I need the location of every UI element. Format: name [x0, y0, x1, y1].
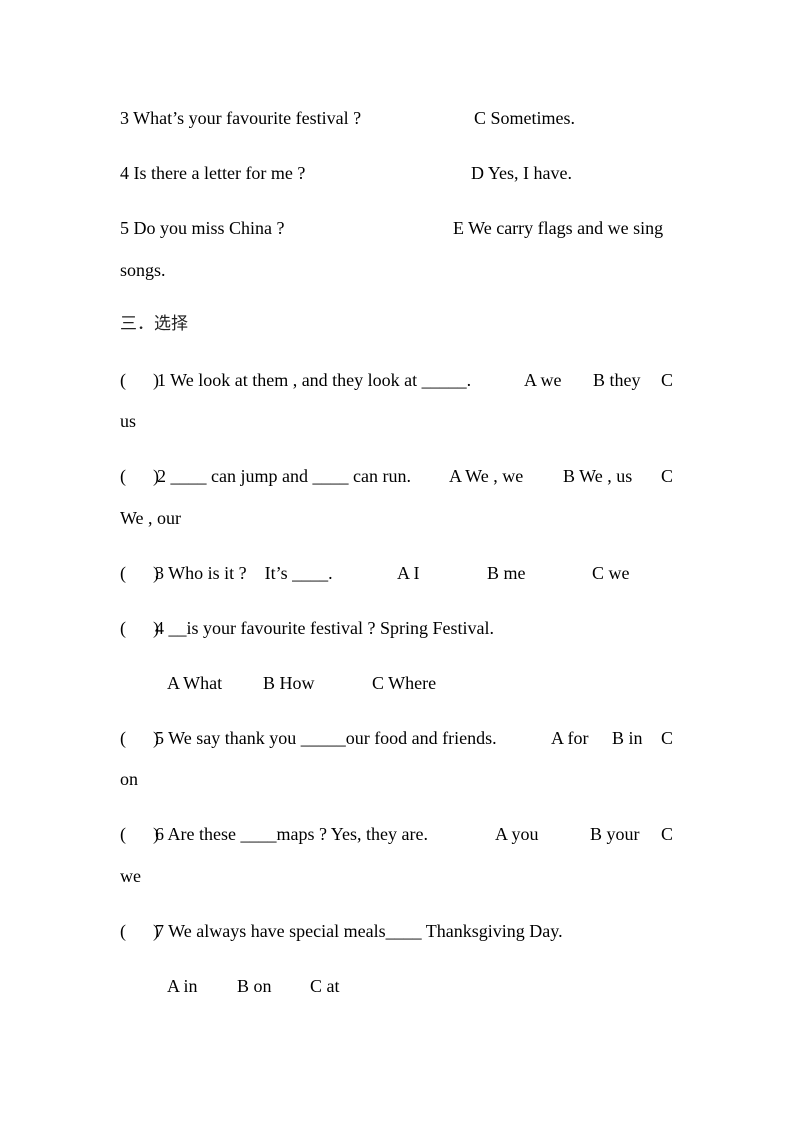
matching-answer-d: D Yes, I have.	[471, 163, 572, 183]
option-b: B your	[590, 824, 640, 844]
matching-question-5: 5 Do you miss China ?	[120, 218, 285, 238]
option-c-cont: on	[120, 769, 138, 789]
option-b: B How	[263, 673, 315, 693]
answer-bracket[interactable]: ( )	[120, 727, 159, 749]
option-a: A for	[551, 728, 589, 748]
question-stem: 4 __is your favourite festival ? Spring …	[155, 618, 494, 638]
answer-bracket[interactable]: ( )	[120, 562, 159, 584]
matching-question-3: 3 What’s your favourite festival ?	[120, 108, 362, 128]
option-c: C	[661, 370, 674, 390]
worksheet-page: 3 What’s your favourite festival ? C Som…	[0, 0, 794, 1123]
option-a: A you	[495, 824, 539, 844]
option-c: C	[661, 824, 674, 844]
option-c-cont: we	[120, 866, 141, 886]
question-stem: 2 ____ can jump and ____ can run.	[157, 466, 411, 486]
option-a: A We , we	[449, 466, 524, 486]
section-heading: 三．选择	[120, 314, 188, 334]
option-c: C	[661, 466, 674, 486]
option-a: A in	[167, 976, 198, 996]
option-c-cont: We , our	[120, 508, 182, 528]
option-b: B me	[487, 563, 526, 583]
matching-answer-e: E We carry flags and we sing	[453, 218, 664, 238]
option-b: B in	[612, 728, 643, 748]
option-a: A What	[167, 673, 223, 693]
question-stem: 7 We always have special meals____ Thank…	[155, 921, 563, 941]
answer-bracket[interactable]: ( )	[120, 465, 159, 487]
question-stem: 5 We say thank you _____our food and fri…	[155, 728, 497, 748]
matching-answer-e-cont: songs.	[120, 260, 166, 280]
answer-bracket[interactable]: ( )	[120, 920, 159, 942]
answer-bracket[interactable]: ( )	[120, 369, 159, 391]
option-b: B they	[593, 370, 641, 390]
question-stem: 1 We look at them , and they look at ___…	[157, 370, 472, 390]
option-c: C at	[310, 976, 340, 996]
option-c: C	[661, 728, 674, 748]
matching-question-4: 4 Is there a letter for me ?	[120, 163, 306, 183]
option-b: B on	[237, 976, 272, 996]
option-c: C Where	[372, 673, 437, 693]
option-a: A we	[524, 370, 562, 390]
matching-answer-c: C Sometimes.	[474, 108, 576, 128]
option-c-cont: us	[120, 411, 137, 431]
question-stem: 6 Are these ____maps ? Yes, they are.	[155, 824, 428, 844]
answer-bracket[interactable]: ( )	[120, 617, 159, 639]
option-b: B We , us	[563, 466, 633, 486]
option-c: C we	[592, 563, 630, 583]
answer-bracket[interactable]: ( )	[120, 823, 159, 845]
question-stem: 3 Who is it ? It’s ____.	[155, 563, 333, 583]
option-a: A I	[397, 563, 420, 583]
